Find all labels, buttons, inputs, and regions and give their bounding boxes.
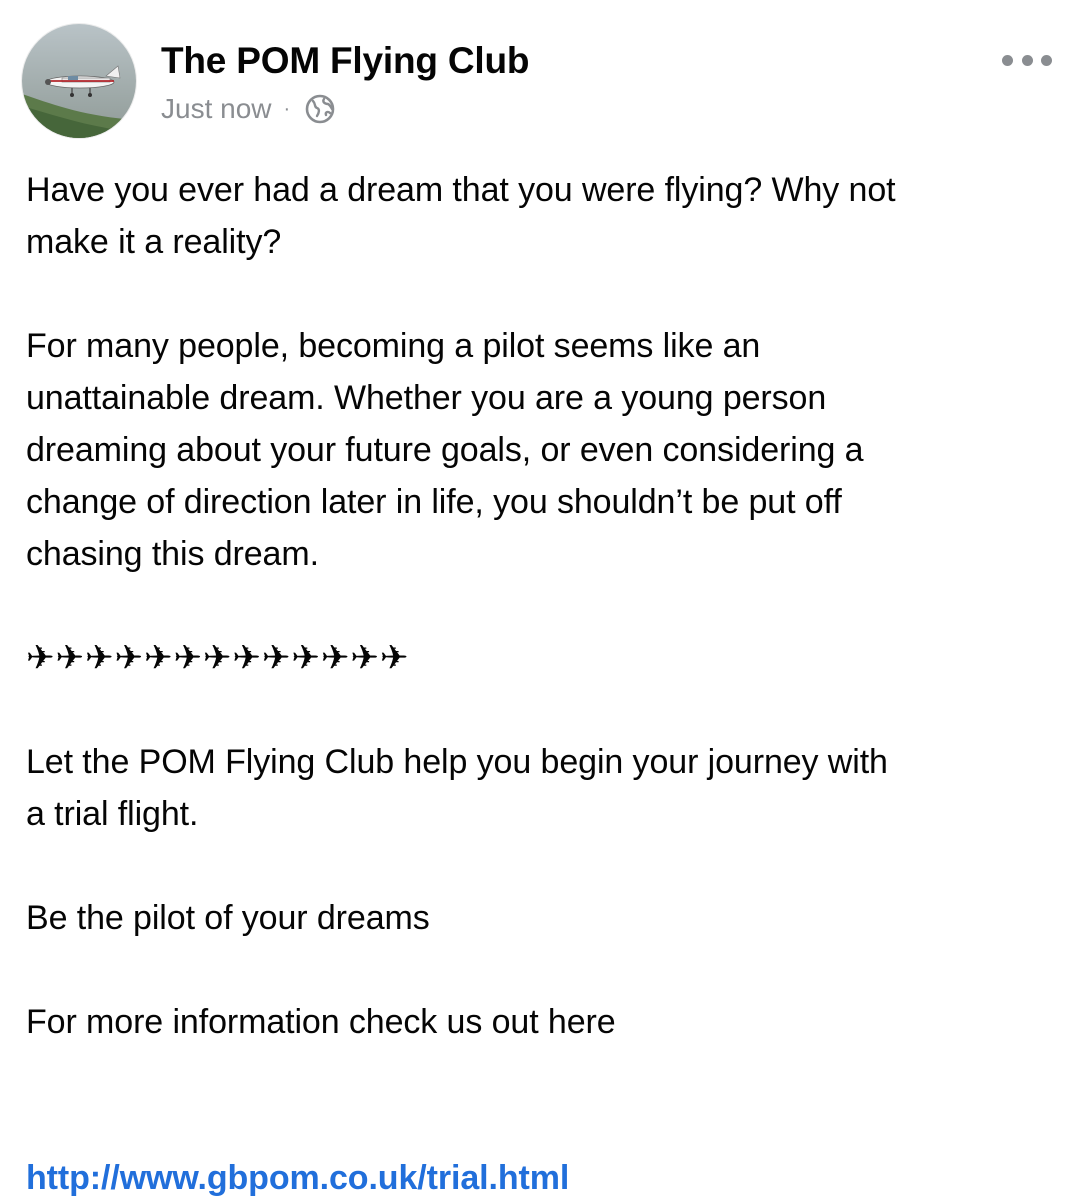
airplane-emoji-row: ✈✈✈✈✈✈✈✈✈✈✈✈✈: [26, 638, 410, 678]
paragraph-trial-flight: Let the POM Flying Club help you begin y…: [26, 743, 888, 833]
more-dot: [1041, 54, 1052, 66]
paragraph-intro: Have you ever had a dream that you were …: [26, 171, 896, 261]
page-name[interactable]: The POM Flying Club: [161, 40, 529, 82]
post-meta: Just now ·: [161, 91, 336, 127]
paragraph-slogan: Be the pilot of your dreams: [26, 899, 430, 937]
timestamp[interactable]: Just now: [161, 93, 272, 125]
more-options-icon[interactable]: [1002, 50, 1052, 70]
paragraph-more-info: For more information check us out here: [26, 1003, 616, 1041]
post-text: Have you ever had a dream that you were …: [26, 164, 1056, 1204]
link-paragraph: http://www.gbpom.co.uk/trial.html: [26, 1100, 1056, 1204]
more-dot: [1021, 54, 1033, 66]
more-dot: [1002, 54, 1013, 66]
aircraft-photo: [22, 24, 136, 138]
separator-dot: ·: [283, 98, 291, 120]
page-avatar[interactable]: [22, 24, 136, 138]
trial-flight-link[interactable]: http://www.gbpom.co.uk/trial.html: [26, 1159, 569, 1197]
facebook-post: The POM Flying Club Just now · Have you …: [0, 0, 1074, 1200]
paragraph-pilot-dream: For many people, becoming a pilot seems …: [26, 327, 864, 573]
globe-icon[interactable]: [304, 93, 336, 125]
